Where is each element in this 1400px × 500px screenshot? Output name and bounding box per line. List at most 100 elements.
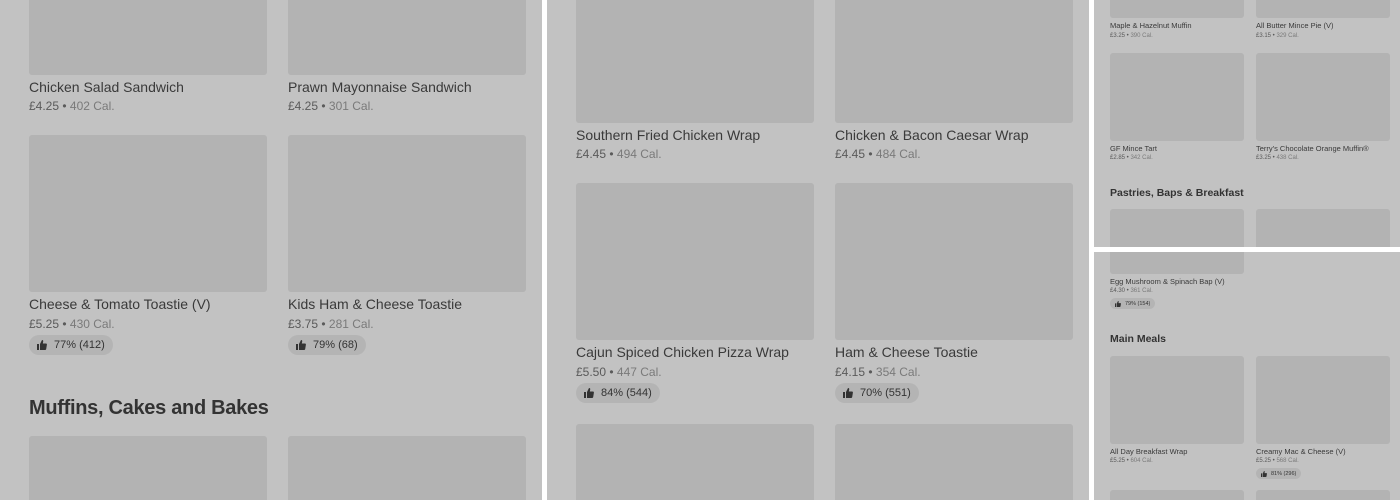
item-calories: 430 Cal. (69, 317, 115, 331)
item-image[interactable] (835, 183, 1073, 340)
item-image[interactable] (576, 183, 814, 340)
item-price-calories: £3.75 • 281 Cal. (288, 317, 374, 331)
item-calories: 604 Cal. (1130, 458, 1153, 464)
item-calories: 342 Cal. (1130, 155, 1153, 161)
rating-text: 77% (412) (54, 339, 105, 351)
item-name[interactable]: GF Mince Tart (1110, 144, 1157, 153)
rating-badge: 79% (154) (1110, 298, 1156, 309)
item-price: £4.15 (835, 365, 866, 379)
thumbs-up-icon (296, 340, 306, 350)
item-image[interactable] (1256, 53, 1390, 141)
item-image[interactable] (288, 135, 526, 292)
rating-badge: 70% (551) (835, 383, 919, 403)
item-calories: 484 Cal. (875, 147, 921, 161)
item-calories: 390 Cal. (1130, 33, 1153, 39)
item-price: £4.30 (1110, 288, 1126, 294)
item-price-calories: £2.85 • 342 Cal. (1110, 155, 1153, 161)
item-image[interactable] (1256, 356, 1390, 444)
item-price-calories: £3.25 • 438 Cal. (1256, 155, 1299, 161)
item-price: £4.25 (29, 99, 60, 113)
item-calories: 281 Cal. (328, 317, 374, 331)
item-price: £5.25 (1256, 458, 1272, 464)
item-name[interactable]: All Butter Mince Pie (V) (1256, 21, 1334, 30)
item-price: £4.25 (288, 99, 319, 113)
item-image[interactable] (288, 436, 526, 500)
item-calories: 438 Cal. (1276, 155, 1299, 161)
item-price-calories: £3.25 • 390 Cal. (1110, 33, 1153, 39)
item-image[interactable] (1110, 0, 1244, 18)
item-price-calories: £5.25 • 430 Cal. (29, 317, 115, 331)
item-name[interactable]: Creamy Mac & Cheese (V) (1256, 447, 1346, 456)
item-name[interactable]: Egg Mushroom & Spinach Bap (V) (1110, 277, 1225, 286)
rating-text: 79% (68) (313, 339, 358, 351)
item-image[interactable] (29, 135, 267, 292)
item-price-calories: £5.50 • 447 Cal. (576, 365, 662, 379)
rating-badge: 77% (412) (29, 335, 113, 355)
item-calories: 402 Cal. (69, 99, 115, 113)
item-calories: 568 Cal. (1276, 458, 1299, 464)
item-image[interactable] (1256, 490, 1390, 500)
thumbs-up-icon (1115, 300, 1121, 307)
item-price-calories: £4.25 • 301 Cal. (288, 99, 374, 113)
rating-text: 79% (154) (1125, 300, 1151, 307)
menu-panel-wraps: Southern Fried Chicken Wrap £4.45 • 494 … (547, 0, 1089, 500)
item-name[interactable]: Maple & Hazelnut Muffin (1110, 21, 1192, 30)
item-price-calories: £4.25 • 402 Cal. (29, 99, 115, 113)
section-title: Main Meals (1110, 333, 1167, 345)
item-price-calories: £4.45 • 484 Cal. (835, 147, 921, 161)
item-price-calories: £4.15 • 354 Cal. (835, 365, 921, 379)
item-calories: 447 Cal. (616, 365, 662, 379)
item-price: £4.45 (576, 147, 607, 161)
item-name[interactable]: All Day Breakfast Wrap (1110, 447, 1187, 456)
item-calories: 494 Cal. (616, 147, 662, 161)
item-price-calories: £4.30 • 361 Cal. (1110, 288, 1153, 294)
item-price: £3.75 (288, 317, 319, 331)
menu-panel-muffins: Maple & Hazelnut Muffin £3.25 • 390 Cal.… (1094, 0, 1400, 247)
item-name[interactable]: Prawn Mayonnaise Sandwich (288, 79, 472, 95)
item-calories: 329 Cal. (1276, 33, 1299, 39)
item-name[interactable]: Chicken Salad Sandwich (29, 79, 184, 95)
item-image[interactable] (288, 0, 526, 75)
item-price-calories: £4.45 • 494 Cal. (576, 147, 662, 161)
rating-text: 81% (296) (1271, 470, 1297, 477)
item-price: £4.45 (835, 147, 866, 161)
item-calories: 361 Cal. (1130, 288, 1153, 294)
item-image[interactable] (1110, 53, 1244, 141)
item-image[interactable] (835, 0, 1073, 123)
item-image[interactable] (1110, 356, 1244, 444)
item-name[interactable]: Cajun Spiced Chicken Pizza Wrap (576, 344, 789, 360)
item-name[interactable]: Ham & Cheese Toastie (835, 344, 978, 360)
item-price: £5.25 (1110, 458, 1126, 464)
item-price-calories: £3.15 • 329 Cal. (1256, 33, 1299, 39)
item-image[interactable] (1110, 209, 1244, 247)
item-image[interactable] (29, 0, 267, 75)
item-price: £3.15 (1256, 33, 1272, 39)
item-image[interactable] (1110, 252, 1244, 274)
thumbs-up-icon (37, 340, 47, 350)
thumbs-up-icon (1261, 470, 1267, 477)
thumbs-up-icon (584, 388, 594, 398)
thumbs-up-icon (843, 388, 853, 398)
item-image[interactable] (835, 424, 1073, 500)
section-title: Muffins, Cakes and Bakes (29, 397, 269, 419)
item-name[interactable]: Kids Ham & Cheese Toastie (288, 296, 462, 312)
item-price: £5.25 (29, 317, 60, 331)
item-price-calories: £5.25 • 568 Cal. (1256, 458, 1299, 464)
item-calories: 301 Cal. (328, 99, 374, 113)
item-image[interactable] (29, 436, 267, 500)
item-name[interactable]: Cheese & Tomato Toastie (V) (29, 296, 211, 312)
item-price-calories: £5.25 • 604 Cal. (1110, 458, 1153, 464)
item-image[interactable] (576, 424, 814, 500)
item-image[interactable] (1256, 209, 1390, 247)
item-name[interactable]: Terry's Chocolate Orange Muffin® (1256, 144, 1369, 153)
item-image[interactable] (1110, 490, 1244, 500)
menu-panel-sandwiches: Chicken Salad Sandwich £4.25 • 402 Cal. … (0, 0, 542, 500)
item-price: £3.25 (1110, 33, 1126, 39)
item-name[interactable]: Chicken & Bacon Caesar Wrap (835, 127, 1029, 143)
item-name[interactable]: Southern Fried Chicken Wrap (576, 127, 760, 143)
section-title: Pastries, Baps & Breakfast (1110, 187, 1244, 199)
rating-text: 70% (551) (860, 387, 911, 399)
rating-badge: 84% (544) (576, 383, 660, 403)
item-image[interactable] (1256, 0, 1390, 18)
item-image[interactable] (576, 0, 814, 123)
